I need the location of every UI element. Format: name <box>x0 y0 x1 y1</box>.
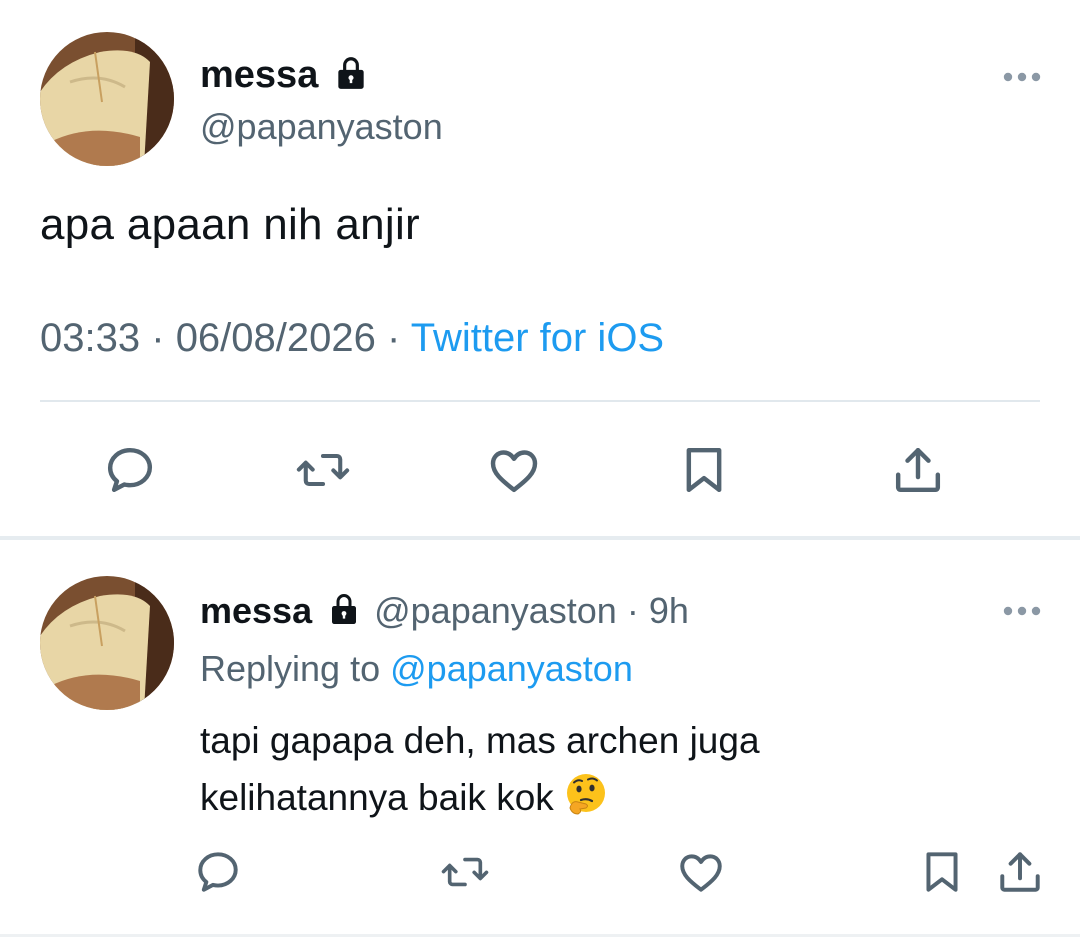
reply-button[interactable] <box>102 442 158 498</box>
reply-header: messa @papanyaston · 9h <box>200 588 689 634</box>
like-button[interactable] <box>486 442 542 498</box>
more-options-icon[interactable] <box>1002 70 1042 82</box>
tweet-text-line: kelihatannya baik kok <box>200 769 960 832</box>
retweet-button[interactable] <box>295 442 351 498</box>
user-handle[interactable]: @papanyaston <box>200 106 443 148</box>
meta-separator: · <box>387 316 401 360</box>
tweet-age[interactable]: 9h <box>649 590 689 632</box>
bookmark-icon <box>926 852 958 892</box>
thinking-face-emoji <box>564 772 608 832</box>
like-button[interactable] <box>673 844 729 900</box>
retweet-icon <box>441 857 489 887</box>
like-icon <box>680 854 722 892</box>
divider <box>40 400 1040 402</box>
tweet-text: apa apaan nih anjir <box>40 200 421 249</box>
tweet-date: 06/08/2026 <box>175 316 376 360</box>
share-button[interactable] <box>992 844 1048 900</box>
share-button[interactable] <box>890 442 946 498</box>
display-name[interactable]: messa <box>200 54 318 97</box>
bookmark-button[interactable] <box>914 844 970 900</box>
avatar[interactable] <box>40 576 174 710</box>
reply-button[interactable] <box>190 844 246 900</box>
meta-separator: · <box>626 590 639 631</box>
like-icon <box>490 450 538 493</box>
tweet-text-line: tapi gapapa deh, mas archen juga <box>200 720 760 761</box>
replying-mention-link[interactable]: @papanyaston <box>390 648 633 689</box>
display-name[interactable]: messa <box>200 590 312 632</box>
more-options-icon[interactable] <box>1002 604 1042 616</box>
lock-icon <box>332 54 370 97</box>
reply-icon <box>107 447 153 493</box>
replying-to: Replying to @papanyaston <box>200 648 633 690</box>
bookmark-icon <box>686 447 722 493</box>
main-tweet: messa @papanyaston apa apaan nih anjir 0… <box>0 0 1080 536</box>
tweet-time: 03:33 <box>40 316 141 360</box>
tweet-text: tapi gapapa deh, mas archen juga kelihat… <box>200 712 960 832</box>
share-icon <box>1000 852 1040 892</box>
reply-tweet[interactable]: messa @papanyaston · 9h Replying to @pap… <box>0 540 1080 937</box>
user-handle[interactable]: @papanyaston <box>374 590 617 632</box>
bookmark-button[interactable] <box>676 442 732 498</box>
tweet-meta: 03:33 · 06/08/2026 · Twitter for iOS <box>40 316 664 361</box>
meta-separator: · <box>151 316 165 360</box>
share-icon <box>895 447 941 493</box>
tweet-text-line2: kelihatannya baik kok <box>200 777 554 818</box>
tweet-source-link[interactable]: Twitter for iOS <box>411 316 664 360</box>
lock-icon <box>326 591 362 632</box>
reply-icon <box>198 852 238 892</box>
retweet-icon <box>296 453 350 487</box>
avatar[interactable] <box>40 32 174 166</box>
replying-prefix: Replying to <box>200 648 381 689</box>
retweet-button[interactable] <box>437 844 493 900</box>
